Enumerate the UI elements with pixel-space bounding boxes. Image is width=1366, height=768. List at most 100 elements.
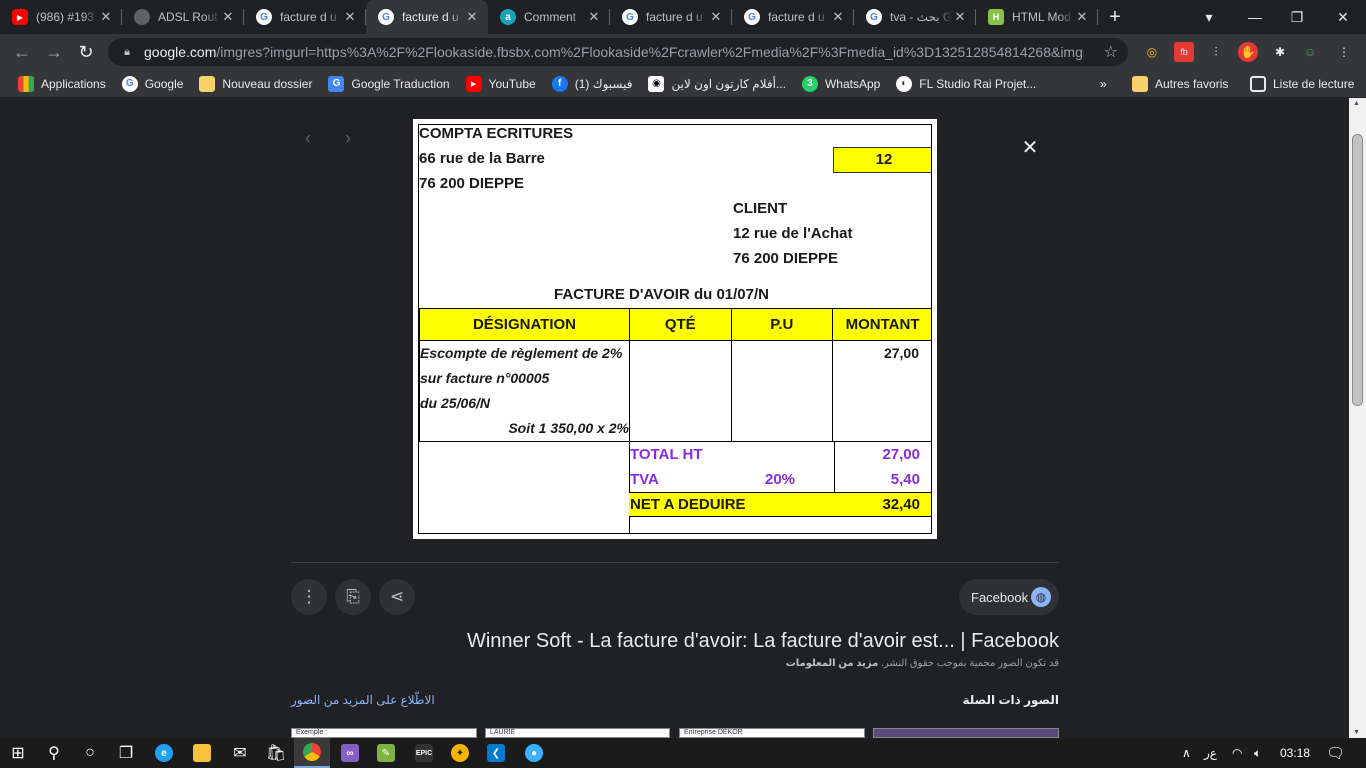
file-explorer-icon[interactable] [184,738,220,768]
back-icon[interactable]: ← [6,36,38,68]
extension-icon[interactable]: ✋ [1238,42,1258,62]
close-tab-icon[interactable]: ✕ [1074,9,1090,25]
chrome-icon[interactable] [294,738,330,768]
related-image-thumbnail[interactable]: LAURIE [485,728,670,738]
app-icon[interactable]: ● [516,738,552,768]
related-image-thumbnail[interactable] [873,728,1059,738]
total-ht-label: TOTAL HT [630,446,703,463]
tab-strip: ▶ (986) #193 ✕ ADSL Rout ✕ G facture d u… [0,0,1366,34]
bookmark-item[interactable]: ◐ FL Studio Rai Projet... [888,70,1044,98]
translate-icon: G [328,75,345,92]
clock[interactable]: 03:18 [1280,738,1310,768]
wifi-icon[interactable]: ◠ [1232,738,1242,768]
totals-section: TOTAL HT 27,00 TVA 20% 5,40 NET A DEDUIR… [419,441,931,533]
close-tab-icon[interactable]: ✕ [98,9,114,25]
url-text[interactable]: google.com/imgres?imgurl=https%3A%2F%2Fl… [144,44,1084,60]
tab[interactable]: a Comment ✕ [488,0,610,34]
bookmark-item[interactable]: 3 WhatsApp [794,70,888,98]
tab-active[interactable]: G facture d u ✕ [366,0,488,34]
bookmark-item[interactable]: f (1) فيسبوك [544,70,641,98]
minimize-icon[interactable]: — [1232,0,1278,34]
bookmark-item[interactable]: Autres favoris [1124,70,1236,98]
store-icon[interactable]: 🛍︎ [258,738,294,768]
close-icon[interactable]: ✕ [1016,133,1044,161]
tab[interactable]: G facture d u ✕ [610,0,732,34]
extensions-puzzle-icon[interactable]: ✱ [1270,42,1290,62]
scroll-up-icon[interactable]: ▲ [1353,100,1360,107]
previous-image-icon[interactable]: ‹ [305,128,311,149]
close-tab-icon[interactable]: ✕ [464,9,480,25]
close-tab-icon[interactable]: ✕ [830,9,846,25]
app-icon[interactable]: ✦ [442,738,478,768]
see-more-images-link[interactable]: الاطّلاع على المزيد من الصور [291,693,435,707]
more-options-icon[interactable]: ⋮ [291,579,327,615]
tab[interactable]: H HTML Mod ✕ [976,0,1098,34]
bookmark-item[interactable]: G Google [114,70,192,98]
description-line: du 25/06/N [420,395,491,411]
invoice-number: 12 [833,147,931,173]
edge-icon[interactable]: e [146,738,182,768]
html-icon: H [988,9,1004,25]
scroll-down-icon[interactable]: ▼ [1353,729,1360,736]
bookmark-star-icon[interactable]: ☆ [1104,42,1118,62]
reading-list-button[interactable]: Liste de lecture [1242,70,1362,98]
close-tab-icon[interactable]: ✕ [220,9,236,25]
next-image-icon[interactable]: › [345,128,351,149]
menu-icon[interactable]: ⋮ [1334,42,1354,62]
close-window-icon[interactable]: ✕ [1320,0,1366,34]
bookmark-item[interactable]: G Google Traduction [320,70,457,98]
close-tab-icon[interactable]: ✕ [952,9,968,25]
vscode-icon[interactable]: ❮ [478,738,514,768]
bookmark-item[interactable]: Applications [10,70,114,98]
preview-image[interactable]: COMPTA ECRITURES 66 rue de la Barre 76 2… [411,117,939,541]
share-icon[interactable]: ⋖ [379,579,415,615]
search-icon[interactable]: ⚲ [36,738,72,768]
equalizer-icon[interactable]: ⫶ [1206,42,1226,62]
profile-avatar-icon[interactable]: ☺ [1300,42,1320,62]
forward-icon[interactable]: → [38,36,70,68]
tab[interactable]: G tva - بحث G ✕ [854,0,976,34]
visual-studio-icon[interactable]: ∞ [332,738,368,768]
save-bookmark-icon[interactable]: ⎘ [335,579,371,615]
lock-icon[interactable]: 🔒︎ [120,45,134,59]
bookmark-item[interactable]: Nouveau dossier [191,70,320,98]
cortana-icon[interactable]: ○ [72,738,108,768]
mail-icon[interactable]: ✉ [222,738,258,768]
epic-games-icon[interactable]: EPIC [406,738,442,768]
start-windows-icon[interactable]: ⊞ [0,738,36,768]
related-image-thumbnail[interactable]: Exemple : [291,728,477,738]
close-tab-icon[interactable]: ✕ [342,9,358,25]
volume-icon[interactable]: 🔈︎ [1254,738,1261,768]
show-hidden-icons[interactable]: ∧ [1182,738,1191,768]
bookmark-item[interactable]: ◉ أفلام كارتون اون لاين... [640,70,793,98]
scrollbar[interactable]: ▲ ▼ [1349,98,1366,738]
notifications-icon[interactable]: 🗨︎ [1326,738,1345,768]
youtube-icon: ▶ [12,9,28,25]
tab[interactable]: ADSL Rout ✕ [122,0,244,34]
invoice-table: DÉSIGNATION QTÉ P.U MONTANT Escompte de … [419,308,931,441]
tab-search-icon[interactable]: ▾ [1186,0,1232,34]
ime-indicator[interactable]: ﻉﺭ [1204,738,1217,768]
close-tab-icon[interactable]: ✕ [586,9,602,25]
app-icon[interactable]: ✎ [368,738,404,768]
reload-icon[interactable]: ↻ [70,36,102,68]
source-link-button[interactable]: Facebook ◍ [959,579,1059,615]
google-icon: G [866,9,882,25]
close-tab-icon[interactable]: ✕ [708,9,724,25]
more-info-link[interactable]: مزيد من المعلومات [786,658,879,669]
new-tab-button[interactable]: + [1098,0,1132,34]
task-view-icon[interactable]: ❐ [108,738,144,768]
tab[interactable]: G facture d u ✕ [732,0,854,34]
restore-icon[interactable]: ❐ [1274,0,1320,34]
scrollbar-thumb[interactable] [1352,134,1363,406]
tab-title: facture d u [280,10,337,24]
bookmark-item[interactable]: ▶ YouTube [458,70,544,98]
bookmarks-overflow-button[interactable]: » [1092,70,1115,98]
related-image-thumbnail[interactable]: Entreprise DEKOR [679,728,865,738]
address-bar[interactable]: 🔒︎ google.com/imgres?imgurl=https%3A%2F%… [108,38,1128,66]
tab[interactable]: ▶ (986) #193 ✕ [0,0,122,34]
tab[interactable]: G facture d u ✕ [244,0,366,34]
extension-icon[interactable]: fb [1174,42,1194,62]
result-title-link[interactable]: Winner Soft - La facture d'avoir: La fac… [400,630,1059,653]
extension-icon[interactable]: ◎ [1142,42,1162,62]
